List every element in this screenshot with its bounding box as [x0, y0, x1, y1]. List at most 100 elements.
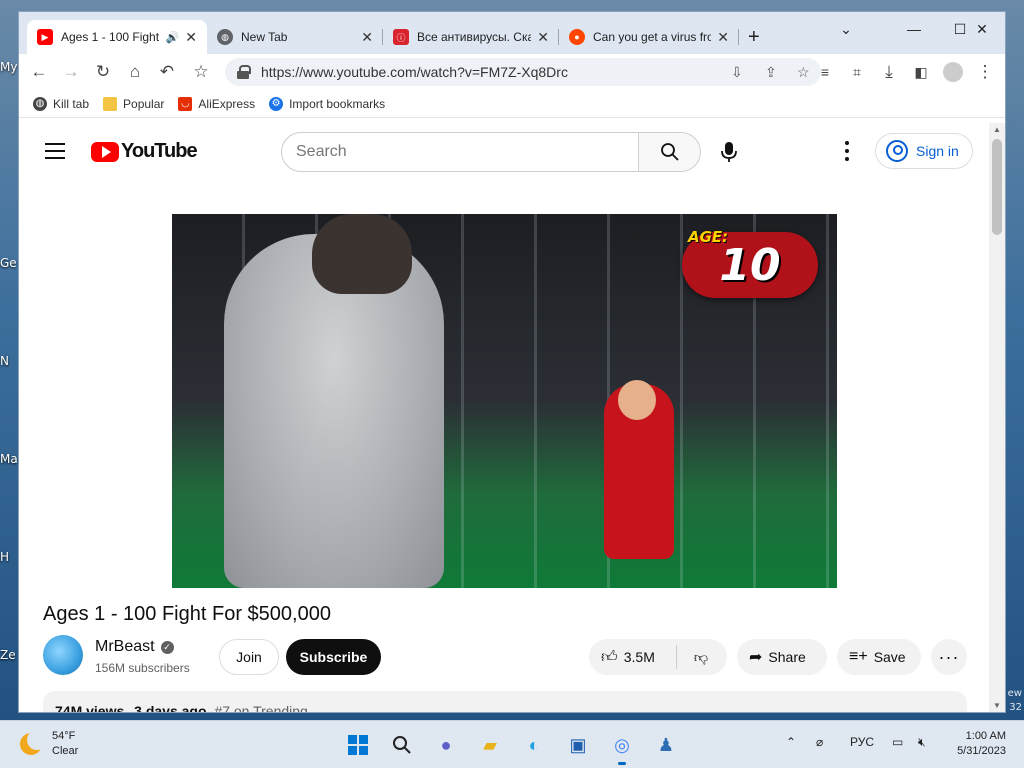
tab-title: Can you get a virus from: [593, 30, 712, 44]
video-player[interactable]: AGE: 10: [172, 214, 837, 588]
trending-link[interactable]: #7 on Trending: [214, 703, 307, 712]
undo-button[interactable]: ↶: [155, 60, 179, 84]
subscribe-button[interactable]: Subscribe: [286, 639, 381, 675]
tab-antivirus[interactable]: ⓘ Все антивирусы. Скачать бесплатно ✕: [383, 20, 559, 54]
youtube-logo[interactable]: YouTube: [91, 140, 198, 163]
weather-description: Clear: [52, 745, 79, 757]
weather-widget[interactable]: 54°F Clear: [20, 729, 78, 759]
desktop-icon-label[interactable]: Ge: [0, 256, 17, 270]
edge-icon[interactable]: ◐: [520, 731, 548, 759]
sidebar-icon[interactable]: ◧: [909, 60, 933, 84]
new-tab-button[interactable]: +: [748, 26, 760, 49]
kill-tab-icon: ◍: [33, 96, 47, 111]
address-url[interactable]: https://www.youtube.com/watch?v=FM7Z-Xq8…: [261, 64, 568, 80]
taskbar-search-icon[interactable]: [388, 731, 416, 759]
settings-menu-icon[interactable]: [841, 141, 853, 161]
bookmark-import[interactable]: ⚙ Import bookmarks: [269, 96, 385, 111]
chrome-icon[interactable]: ◎: [608, 731, 636, 765]
globe-icon: ◍: [217, 29, 233, 45]
more-actions-button[interactable]: ···: [931, 639, 967, 675]
scroll-up-icon[interactable]: ▲: [993, 125, 1001, 134]
volume-icon[interactable]: 🔇︎: [918, 735, 926, 750]
save-button[interactable]: ≡+ Save: [837, 639, 921, 675]
tray-overflow-icon[interactable]: ⌃: [786, 735, 796, 749]
microphone-icon[interactable]: [719, 141, 739, 163]
verified-icon: ✓: [160, 640, 174, 654]
desktop-icon-label[interactable]: H: [0, 550, 9, 564]
bookmark-star-icon[interactable]: ☆: [189, 60, 213, 84]
store-icon[interactable]: ▣: [564, 731, 592, 759]
tab-youtube[interactable]: ▶ Ages 1 - 100 Fight For $500,000 - YouT…: [27, 20, 207, 54]
folder-icon: [103, 96, 118, 111]
download-icon[interactable]: ⤓: [877, 60, 901, 84]
bookmark-popular[interactable]: Popular: [103, 96, 164, 111]
page-scrollbar[interactable]: ▲ ▼: [989, 123, 1005, 712]
install-icon[interactable]: ⇩: [731, 64, 743, 81]
system-clock[interactable]: 1:00 AM 5/31/2023: [957, 729, 1006, 759]
thumbs-up-icon: 👍︎: [601, 648, 618, 666]
close-tab-icon[interactable]: ✕: [185, 29, 197, 46]
windows-taskbar: 54°F Clear ● ▰ ◐ ▣ ◎ ♟ ⌃ ⌀ РУС ▭ 🔇︎ 1:00…: [0, 720, 1024, 768]
gear-icon: ⚙: [269, 96, 284, 111]
tab-new-tab[interactable]: ◍ New Tab ✕: [207, 20, 383, 54]
weather-temperature: 54°F: [52, 730, 76, 742]
close-window-button[interactable]: ✕: [959, 16, 1005, 42]
age-overlay-number: 10: [719, 239, 781, 291]
network-icon[interactable]: ⌀: [816, 735, 823, 749]
start-button[interactable]: [344, 731, 372, 759]
language-indicator[interactable]: РУС: [850, 735, 874, 749]
browser-menu-icon[interactable]: ⋮: [973, 60, 997, 84]
desktop-icon-label[interactable]: N: [0, 354, 9, 368]
chat-icon[interactable]: ●: [432, 731, 460, 759]
video-frame-person-head: [312, 214, 412, 294]
bookmark-aliexpress[interactable]: ◡ AliExpress: [178, 96, 255, 111]
back-button[interactable]: ←: [27, 60, 51, 84]
tab-search-icon[interactable]: ⌄: [823, 16, 869, 42]
menu-icon[interactable]: [45, 143, 65, 159]
close-tab-icon[interactable]: ✕: [361, 29, 373, 46]
lock-icon[interactable]: [237, 65, 251, 79]
desktop-icon-label[interactable]: Ze: [0, 648, 16, 662]
description-box[interactable]: 74M views 3 days ago #7 on Trending: [43, 691, 967, 712]
scroll-thumb[interactable]: [992, 139, 1002, 235]
youtube-wordmark: YouTube: [121, 140, 198, 162]
join-button[interactable]: Join: [219, 639, 279, 675]
desktop-icon-label[interactable]: 32: [1009, 702, 1022, 713]
profile-icon[interactable]: [941, 60, 965, 84]
channel-name[interactable]: MrBeast: [95, 638, 155, 656]
like-button[interactable]: 👍︎ 3.5M: [589, 645, 677, 669]
speaker-icon[interactable]: 🔊: [166, 31, 180, 44]
crop-icon[interactable]: ⌗: [845, 60, 869, 84]
close-tab-icon[interactable]: ✕: [537, 29, 549, 46]
home-button[interactable]: ⌂: [123, 60, 147, 84]
search-button[interactable]: [638, 133, 700, 171]
share-button[interactable]: ➦ Share: [737, 639, 827, 675]
display-icon[interactable]: ▭: [892, 735, 903, 749]
clock-time: 1:00 AM: [965, 730, 1006, 742]
minimize-button[interactable]: —: [891, 16, 937, 42]
channel-avatar[interactable]: [43, 635, 83, 675]
close-tab-icon[interactable]: ✕: [717, 29, 729, 46]
desktop-icon-label[interactable]: Ma: [0, 452, 18, 466]
star-icon[interactable]: ☆: [797, 64, 810, 81]
app-icon[interactable]: ♟: [652, 731, 680, 759]
dislike-button[interactable]: 👎︎: [677, 649, 725, 666]
subscriber-count: 156M subscribers: [95, 661, 190, 675]
search-input[interactable]: [282, 133, 638, 171]
bookmark-kill-tab[interactable]: ◍ Kill tab: [33, 96, 89, 111]
forward-button[interactable]: →: [59, 60, 83, 84]
more-icon: ···: [938, 646, 960, 667]
desktop-icon-label[interactable]: ew: [1008, 688, 1022, 699]
share-page-icon[interactable]: ⇪: [765, 64, 777, 81]
file-explorer-icon[interactable]: ▰: [476, 731, 504, 759]
channel-name-row[interactable]: MrBeast ✓: [95, 638, 174, 656]
reload-button[interactable]: ↻: [91, 60, 115, 84]
scroll-down-icon[interactable]: ▼: [993, 701, 1001, 710]
browser-toolbar: ← → ↻ ⌂ ↶ ☆ https://www.youtube.com/watc…: [19, 54, 1005, 90]
tab-reddit[interactable]: ● Can you get a virus from ✕: [559, 20, 739, 54]
media-control-icon[interactable]: ≡: [813, 60, 837, 84]
desktop-icon-label[interactable]: My: [0, 60, 17, 74]
sign-in-button[interactable]: Sign in: [875, 133, 973, 169]
upload-age: 3 days ago: [134, 703, 207, 712]
address-bar[interactable]: https://www.youtube.com/watch?v=FM7Z-Xq8…: [225, 58, 821, 86]
